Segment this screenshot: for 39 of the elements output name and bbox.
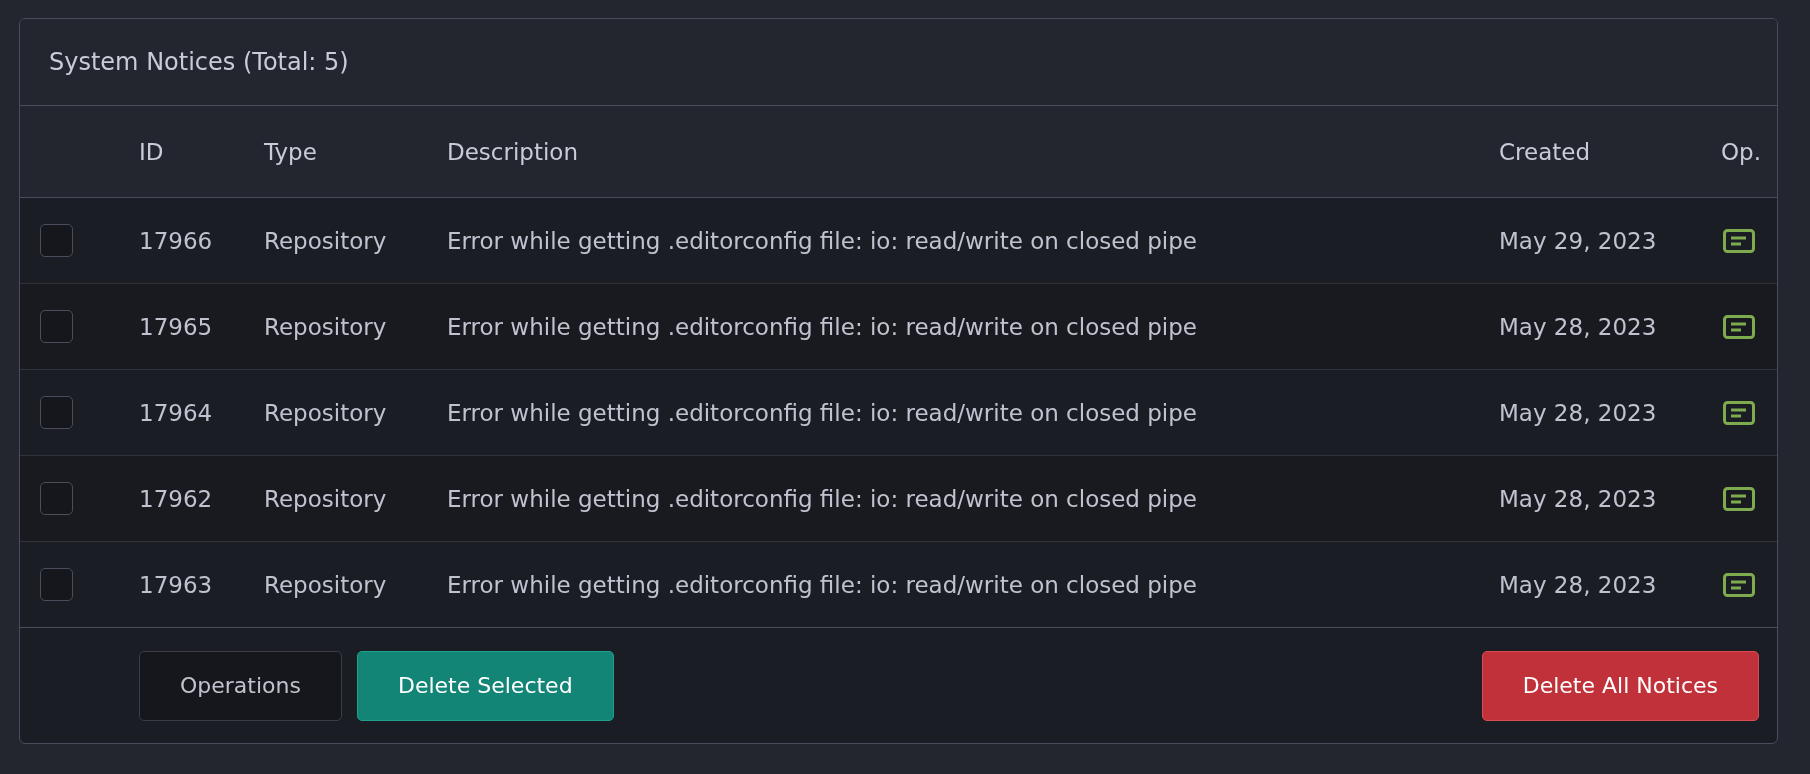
table-cell: Error while getting .editorconfig file: io: read/write on closed pipe [447, 313, 1197, 340]
row-checkbox[interactable] [40, 224, 73, 257]
table-cell: 17966 [139, 227, 213, 254]
column-header: Description [447, 138, 578, 165]
table-cell: Repository [264, 227, 387, 254]
message-icon[interactable] [1723, 572, 1755, 597]
column-header: Op. [1721, 138, 1761, 165]
operations-button[interactable]: Operations [139, 650, 342, 721]
column-header: Created [1499, 138, 1591, 165]
row-checkbox[interactable] [40, 396, 73, 429]
table-cell: Error while getting .editorconfig file: io: read/write on closed pipe [447, 485, 1197, 512]
table-cell: Repository [264, 399, 387, 426]
table-cell: Error while getting .editorconfig file: io: read/write on closed pipe [447, 571, 1197, 598]
table-cell: 17964 [139, 399, 213, 426]
row-checkbox[interactable] [40, 482, 73, 515]
table-cell: May 28, 2023 [1499, 485, 1657, 512]
panel-title: System Notices (Total: 5) [49, 48, 349, 76]
delete-all-button[interactable]: Delete All Notices [1481, 650, 1759, 721]
table-cell: 17965 [139, 313, 213, 340]
row-checkbox[interactable] [40, 568, 73, 601]
table-cell: 17962 [139, 485, 213, 512]
table-cell: May 28, 2023 [1499, 313, 1657, 340]
column-header: ID [139, 138, 164, 165]
message-icon[interactable] [1723, 228, 1755, 253]
table-cell: 17963 [139, 571, 213, 598]
table-cell: Error while getting .editorconfig file: io: read/write on closed pipe [447, 399, 1197, 426]
table-cell: May 29, 2023 [1499, 227, 1657, 254]
row-checkbox[interactable] [40, 310, 73, 343]
table-cell: Error while getting .editorconfig file: io: read/write on closed pipe [447, 227, 1197, 254]
table-cell: Repository [264, 313, 387, 340]
delete-button[interactable]: Delete Selected [356, 650, 614, 721]
message-icon[interactable] [1723, 314, 1755, 339]
message-icon[interactable] [1723, 400, 1755, 425]
column-header: Type [264, 138, 317, 165]
table-cell: May 28, 2023 [1499, 571, 1657, 598]
table-cell: Repository [264, 571, 387, 598]
message-icon[interactable] [1723, 486, 1755, 511]
table-cell: Repository [264, 485, 387, 512]
table-cell: May 28, 2023 [1499, 399, 1657, 426]
